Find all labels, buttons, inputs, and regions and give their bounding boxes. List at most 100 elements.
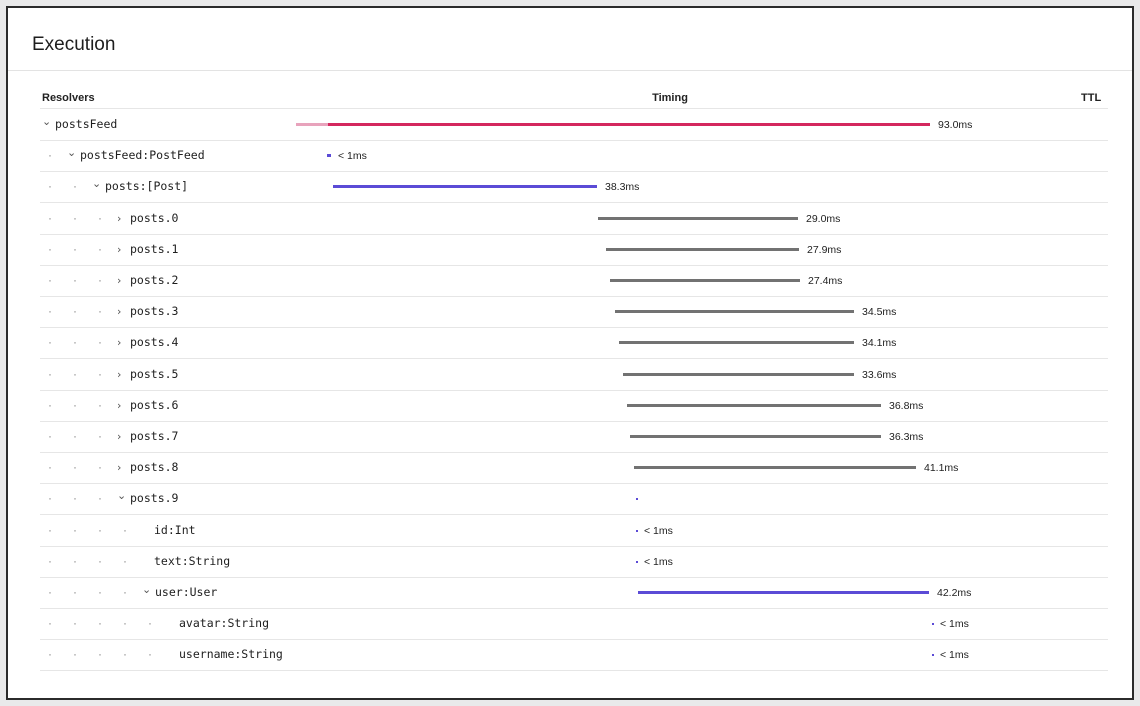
chevron-right-icon[interactable]: ›: [117, 265, 130, 296]
resolver-row-posts-6[interactable]: · · · › posts.6 36.8ms: [40, 390, 1108, 422]
resolver-label: posts.9: [130, 491, 179, 506]
timing-wait-bar: [296, 123, 328, 126]
timing-bar: [610, 279, 800, 282]
timing-label: 34.1ms: [862, 337, 897, 350]
resolver-name: username:String: [179, 639, 283, 670]
resolver-row-username-string: · · · · · username:String < 1ms: [40, 639, 1108, 672]
timing-bar: [932, 654, 934, 657]
timing-bar: [328, 123, 930, 126]
timing-bar: [623, 372, 854, 376]
resolver-row-posts-1[interactable]: · · · › posts.1 27.9ms: [40, 234, 1108, 266]
resolver-label: posts.8: [130, 460, 179, 475]
indent-guides: · · · ·: [48, 522, 127, 537]
timing-label: 36.3ms: [889, 431, 924, 443]
resolver-label: username:String: [179, 647, 283, 662]
resolver-name: ⌄ postsFeed:PostFeed: [67, 140, 205, 171]
resolver-label: text:String: [154, 553, 231, 568]
resolver-name: › posts.7: [117, 421, 178, 452]
timing-bar: [638, 591, 929, 594]
column-header-ttl: TTL: [1081, 92, 1102, 104]
resolver-name: › posts.8: [117, 452, 178, 483]
column-header-resolvers: Resolvers: [42, 92, 95, 104]
resolver-row-posts-4[interactable]: · · · › posts.4 34.1ms: [40, 327, 1108, 360]
indent-guides: · · · ·: [48, 585, 127, 599]
timing-bar: [606, 247, 799, 251]
resolver-row-posts-0[interactable]: · · · › posts.0 29.0ms: [40, 203, 1108, 235]
resolver-name: ⌄ postsFeed: [42, 109, 117, 140]
panel-header: Execution: [8, 8, 1132, 71]
column-header-timing: Timing: [652, 92, 688, 104]
resolver-label: id:Int: [154, 522, 196, 537]
timing-label: 38.3ms: [605, 181, 640, 194]
resolver-row-posts-3[interactable]: · · · › posts.3 34.5ms: [40, 296, 1108, 329]
chevron-down-icon[interactable]: ⌄: [117, 480, 130, 511]
timing-bar: [615, 310, 854, 314]
resolver-row-posts-8[interactable]: · · · › posts.8 41.1ms: [40, 452, 1108, 485]
resolver-row-avatar-string: · · · · · avatar:String < 1ms: [40, 608, 1108, 641]
resolver-name: text:String: [154, 546, 230, 577]
timing-bar: [636, 529, 638, 532]
resolver-name: ⌄ posts:[Post]: [92, 171, 188, 202]
resolver-row-user-user[interactable]: · · · · ⌄ user:User 42.2ms: [40, 577, 1108, 609]
resolver-row-posts-2[interactable]: · · · › posts.2 27.4ms: [40, 265, 1108, 297]
timing-label: < 1ms: [940, 649, 969, 662]
timing-bar: [627, 403, 881, 407]
chevron-right-icon[interactable]: ›: [117, 421, 130, 452]
resolver-label: avatar:String: [179, 616, 270, 631]
resolver-row-posts-9[interactable]: · · · ⌄ posts.9: [40, 480, 1108, 516]
execution-panel: Execution Resolvers Timing TTL ⌄ postsFee…: [6, 6, 1134, 700]
chevron-right-icon[interactable]: ›: [117, 359, 130, 390]
chevron-down-icon[interactable]: ⌄: [142, 574, 155, 605]
indent-guides: · · ·: [48, 460, 102, 475]
chevron-down-icon[interactable]: ⌄: [42, 106, 55, 137]
resolver-name: › posts.5: [117, 359, 178, 390]
resolver-label: posts.2: [130, 273, 179, 287]
resolver-label: posts.0: [130, 210, 179, 225]
timing-bar: [630, 435, 881, 438]
chevron-right-icon[interactable]: ›: [117, 234, 130, 265]
timing-bar: [636, 560, 638, 563]
resolver-row-id-int: · · · · id:Int < 1ms: [40, 515, 1108, 547]
timing-bar: [932, 623, 934, 626]
timing-label: 42.2ms: [937, 587, 972, 599]
resolver-name: › posts.0: [117, 203, 178, 234]
resolver-label: posts.7: [130, 429, 179, 443]
panel-title: Execution: [32, 34, 116, 55]
resolver-row-postsfeed[interactable]: ⌄ postsFeed 93.0ms: [40, 109, 1108, 141]
chevron-right-icon[interactable]: ›: [117, 452, 130, 483]
timing-label: 29.0ms: [806, 212, 841, 225]
resolver-name: id:Int: [154, 515, 196, 546]
timing-label: 36.8ms: [889, 399, 924, 412]
chevron-right-icon[interactable]: ›: [117, 296, 130, 327]
chevron-down-icon[interactable]: ⌄: [67, 137, 80, 168]
resolver-label: user:User: [155, 585, 218, 599]
resolver-label: posts:[Post]: [105, 179, 189, 194]
resolver-row-postsfeed-postfeed[interactable]: · ⌄ postsFeed:PostFeed < 1ms: [40, 140, 1108, 173]
resolver-label: posts.3: [130, 304, 179, 319]
chevron-right-icon[interactable]: ›: [117, 203, 130, 234]
indent-guides: · · · · ·: [48, 647, 152, 662]
indent-guides: · · ·: [48, 491, 102, 506]
resolver-row-posts-5[interactable]: · · · › posts.5 33.6ms: [40, 359, 1108, 391]
indent-guides: · · ·: [48, 241, 102, 256]
resolver-name: › posts.2: [117, 265, 178, 296]
timing-bar: [598, 216, 798, 220]
resolver-row-posts-post[interactable]: · · ⌄ posts:[Post] 38.3ms: [40, 171, 1108, 204]
resolver-name: avatar:String: [179, 608, 269, 639]
chevron-right-icon[interactable]: ›: [117, 327, 130, 358]
chevron-down-icon[interactable]: ⌄: [92, 168, 105, 199]
timing-label: 34.5ms: [862, 306, 897, 319]
resolver-name: › posts.3: [117, 296, 178, 327]
chevron-right-icon[interactable]: ›: [117, 390, 130, 421]
timing-bar: [327, 154, 331, 158]
resolver-label: postsFeed:PostFeed: [80, 148, 205, 163]
timing-label: < 1ms: [644, 555, 673, 568]
indent-guides: · · · · ·: [48, 616, 152, 631]
resolver-name: › posts.4: [117, 327, 178, 358]
indent-guides: · · · ·: [48, 553, 127, 568]
timing-bar: [619, 341, 854, 345]
resolver-row-posts-7[interactable]: · · · › posts.7 36.3ms: [40, 421, 1108, 453]
indent-guides: · · ·: [48, 397, 102, 412]
indent-guides: · · ·: [48, 335, 102, 350]
resolver-label: postsFeed: [55, 117, 118, 131]
